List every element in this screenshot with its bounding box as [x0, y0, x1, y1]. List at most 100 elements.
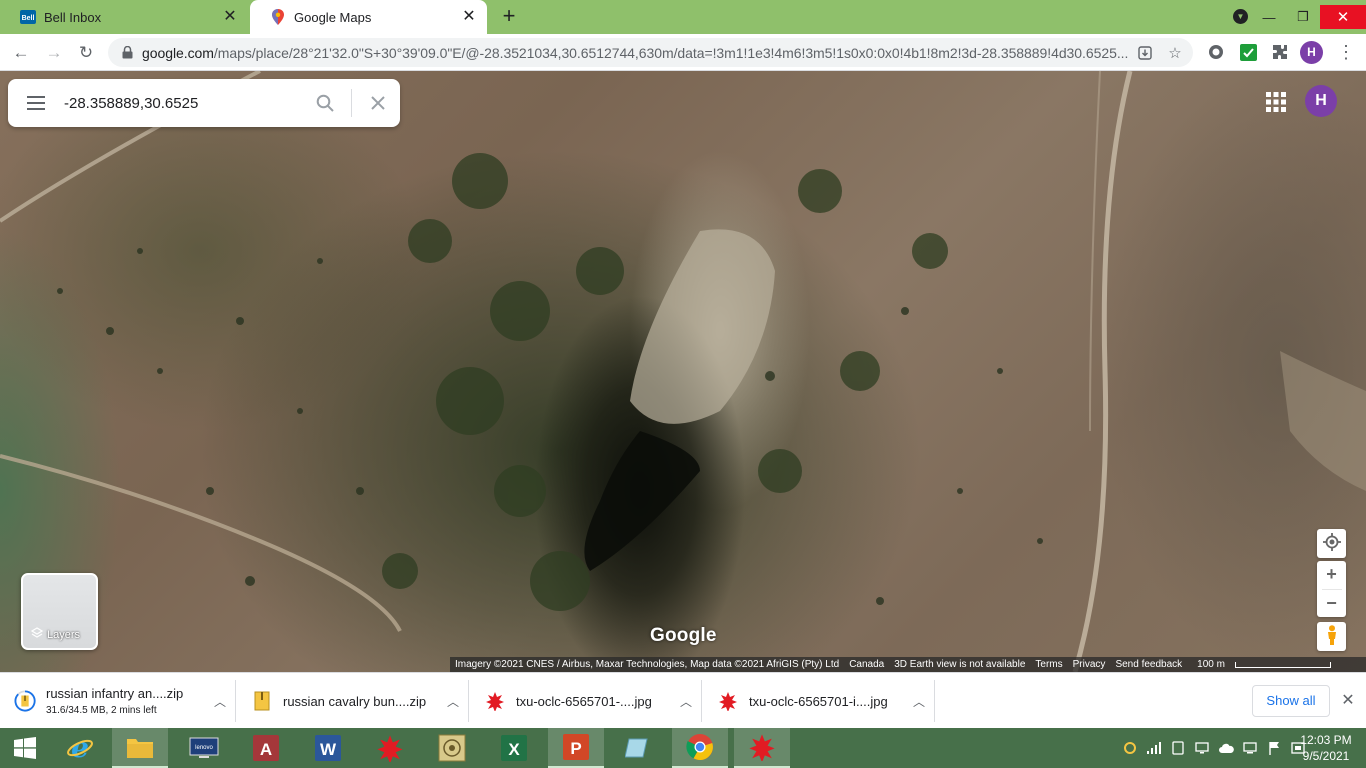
close-tab-icon[interactable]: ✕	[222, 9, 238, 25]
access-app-icon[interactable]: A	[238, 728, 294, 768]
url-path: /maps/place/28°21'32.0"S+30°39'09.0"E/@-…	[213, 44, 1129, 61]
svg-text:P: P	[570, 739, 581, 758]
divider	[351, 89, 352, 117]
internet-explorer-icon[interactable]: e	[52, 728, 108, 768]
download-item[interactable]: russian cavalry bun....zip ︿	[237, 680, 469, 722]
windows-taskbar: e lenovo A W X P 12:03 PM 9/5/2021	[0, 728, 1366, 768]
splat-app-icon[interactable]	[734, 728, 790, 768]
street-view-pegman-button[interactable]	[1317, 622, 1346, 651]
download-item[interactable]: txu-oclc-6565701-....jpg ︿	[470, 680, 702, 722]
browser-toolbar: ← → ↻ google.com/maps/place/28°21'32.0"S…	[0, 34, 1366, 71]
layers-text: Layers	[47, 628, 81, 641]
reload-icon[interactable]: ↻	[74, 41, 98, 65]
send-feedback-link[interactable]: Send feedback	[1115, 659, 1182, 670]
powerpoint-app-icon[interactable]: P	[548, 728, 604, 768]
lock-icon[interactable]	[120, 46, 134, 60]
tab-title: Google Maps	[294, 9, 372, 25]
map-viewer-app-icon[interactable]	[424, 728, 480, 768]
chevron-up-icon[interactable]: ︿	[205, 693, 235, 710]
window-controls: — ❐ ✕	[1252, 0, 1366, 34]
my-location-button[interactable]	[1317, 529, 1346, 558]
search-input[interactable]	[64, 88, 303, 118]
minimize-icon[interactable]: —	[1252, 5, 1286, 29]
chevron-up-icon[interactable]: ︿	[671, 693, 701, 710]
download-item[interactable]: txu-oclc-6565701-i....jpg ︿	[703, 680, 935, 722]
svg-text:A: A	[260, 740, 272, 759]
map-footer: Imagery ©2021 CNES / Airbus, Maxar Techn…	[450, 657, 1366, 672]
terms-link[interactable]: Terms	[1035, 659, 1062, 670]
puzzle-extensions-icon[interactable]	[1270, 42, 1290, 62]
country-link[interactable]: Canada	[849, 659, 884, 670]
splat-app-icon[interactable]	[362, 728, 418, 768]
close-icon[interactable]: ✕	[1338, 691, 1358, 711]
download-item[interactable]: russian infantry an....zip 31.6/34.5 MB,…	[0, 680, 236, 722]
windows-start-icon[interactable]	[0, 728, 50, 768]
tab-search-icon[interactable]: ▼	[1233, 9, 1248, 24]
zip-icon	[251, 690, 273, 712]
download-status: 31.6/34.5 MB, 2 mins left	[46, 705, 157, 716]
layers-icon	[30, 627, 44, 642]
network-icon[interactable]	[1238, 728, 1262, 768]
crosshair-icon	[1322, 533, 1341, 554]
privacy-link[interactable]: Privacy	[1073, 659, 1106, 670]
bell-icon: Bell	[20, 9, 36, 25]
clock-date: 9/5/2021	[1302, 749, 1350, 763]
zoom-in-button[interactable]: +	[1317, 561, 1346, 589]
excel-app-icon[interactable]: X	[486, 728, 542, 768]
lenovo-app-icon[interactable]: lenovo	[176, 728, 232, 768]
close-tab-icon[interactable]: ✕	[461, 9, 477, 25]
display-icon[interactable]	[1190, 728, 1214, 768]
checkmark-extension-icon[interactable]	[1238, 42, 1258, 62]
flag-notification-icon[interactable]	[1262, 728, 1286, 768]
download-filename: txu-oclc-6565701-....jpg	[516, 693, 652, 709]
google-logo: Google	[650, 625, 717, 646]
forward-icon[interactable]: →	[42, 41, 66, 65]
profile-avatar[interactable]: H	[1300, 41, 1323, 64]
onedrive-cloud-icon[interactable]	[1214, 728, 1238, 768]
menu-kebab-icon[interactable]: ⋮	[1336, 42, 1356, 62]
satellite-terrain	[0, 71, 1366, 672]
signal-strength-icon[interactable]	[1142, 728, 1166, 768]
account-avatar[interactable]: H	[1305, 85, 1337, 117]
clock-time: 12:03 PM	[1300, 733, 1352, 747]
scale-bar[interactable]: 100 m	[1192, 659, 1336, 670]
taskbar-clock[interactable]: 12:03 PM 9/5/2021	[1290, 732, 1362, 764]
chevron-up-icon[interactable]: ︿	[904, 693, 934, 710]
close-window-icon[interactable]: ✕	[1320, 5, 1366, 29]
close-icon[interactable]	[356, 79, 400, 127]
google-apps-grid-icon[interactable]	[1264, 90, 1288, 114]
bookmark-star-icon[interactable]: ☆	[1163, 41, 1187, 65]
new-tab-button[interactable]: +	[498, 5, 520, 27]
tab-google-maps[interactable]: Google Maps ✕	[250, 0, 487, 34]
pegman-icon	[1326, 625, 1338, 648]
satellite-map[interactable]: H + − Layers Google Imagery ©2021 CNES /…	[0, 71, 1366, 672]
tab-bell-inbox[interactable]: Bell Bell Inbox ✕	[0, 0, 248, 34]
layers-button[interactable]: Layers	[21, 573, 98, 650]
menu-hamburger-icon[interactable]	[8, 79, 64, 127]
zoom-control: + −	[1317, 561, 1346, 617]
chrome-app-icon[interactable]	[672, 728, 728, 768]
extension-circle-icon[interactable]	[1206, 42, 1226, 62]
search-icon[interactable]	[303, 79, 347, 127]
scale-line	[1234, 661, 1331, 668]
image-icon	[717, 690, 739, 712]
install-app-icon[interactable]	[1133, 41, 1157, 65]
back-icon[interactable]: ←	[9, 41, 33, 65]
tab-strip: Bell Bell Inbox ✕ Google Maps ✕ + ▼ — ❐ …	[0, 0, 1366, 34]
svg-text:W: W	[320, 740, 337, 759]
zoom-out-button[interactable]: −	[1317, 590, 1346, 618]
svg-text:e: e	[71, 734, 89, 762]
address-bar[interactable]: google.com/maps/place/28°21'32.0"S+30°39…	[108, 38, 1193, 67]
notes-app-icon[interactable]	[610, 728, 666, 768]
chevron-up-icon[interactable]: ︿	[438, 693, 468, 710]
word-app-icon[interactable]: W	[300, 728, 356, 768]
file-explorer-icon[interactable]	[112, 728, 168, 768]
download-filename: russian infantry an....zip	[46, 686, 184, 701]
phone-link-icon[interactable]	[1166, 728, 1190, 768]
show-all-downloads-button[interactable]: Show all	[1252, 685, 1330, 717]
download-filename: russian cavalry bun....zip	[283, 693, 427, 709]
sync-status-icon[interactable]	[1118, 728, 1142, 768]
url-host: google.com	[142, 44, 214, 61]
url-text: google.com/maps/place/28°21'32.0"S+30°39…	[142, 45, 1133, 61]
restore-icon[interactable]: ❐	[1286, 5, 1320, 29]
